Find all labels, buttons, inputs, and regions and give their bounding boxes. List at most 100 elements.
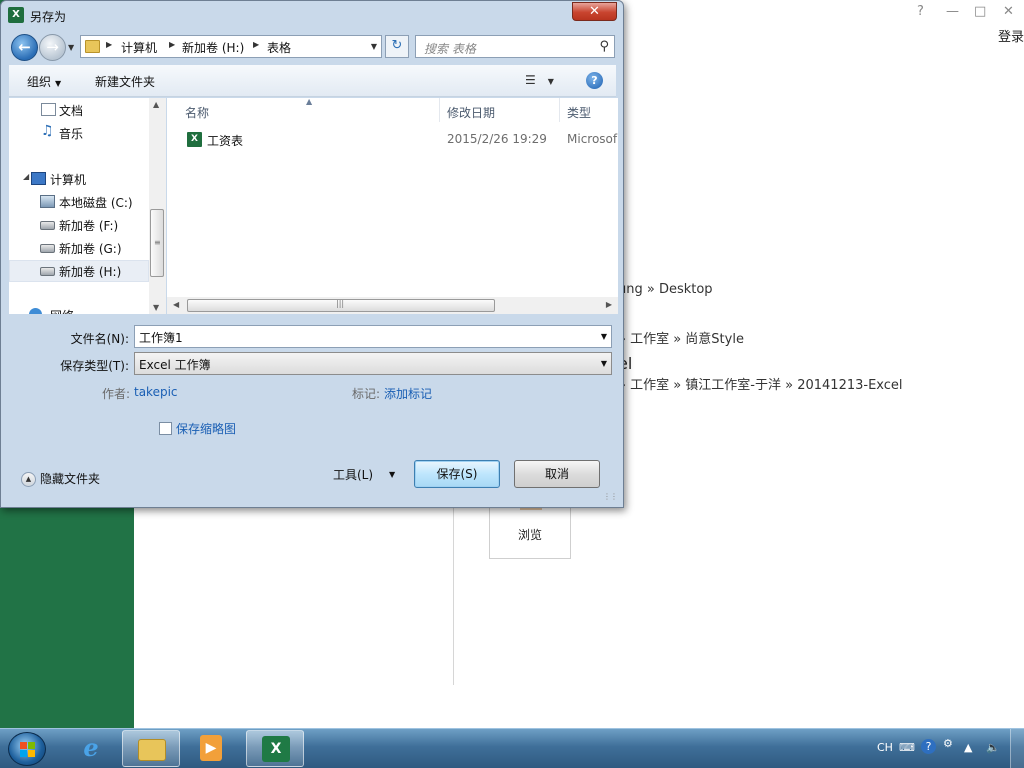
breadcrumb-folder[interactable]: 表格 <box>267 39 291 56</box>
filetype-label: 保存类型(T): <box>60 359 129 373</box>
scroll-thumb[interactable]: ≡ <box>150 209 164 277</box>
help-icon[interactable]: ? <box>586 72 603 89</box>
filename-field[interactable]: 工作簿1 ▼ <box>134 325 612 348</box>
chevron-right-icon[interactable]: ▶ <box>253 40 259 49</box>
nav-item-computer[interactable]: ◢ 计算机 <box>9 168 149 190</box>
help-button[interactable]: ? <box>917 4 924 19</box>
column-header-modified[interactable]: 修改日期 <box>447 104 495 121</box>
local-disk-icon <box>40 195 55 208</box>
chevron-down-icon: ▼ <box>547 77 554 86</box>
folder-icon <box>85 40 100 53</box>
recent-locations-dropdown[interactable]: ▼ <box>68 43 74 52</box>
save-button[interactable]: 保存(S) <box>414 460 500 488</box>
nav-item-label: 新加卷 (G:) <box>59 242 122 256</box>
computer-icon <box>31 172 46 185</box>
internet-explorer-icon: e <box>83 733 99 762</box>
view-list-icon: ☰ <box>525 73 536 87</box>
browse-button[interactable]: 浏览 <box>489 502 571 559</box>
tags-label: 标记: <box>352 387 381 401</box>
start-button[interactable] <box>8 732 46 766</box>
scroll-left-icon[interactable]: ◀ <box>173 300 179 309</box>
music-icon: ♫ <box>41 123 54 139</box>
nav-item-drive-f[interactable]: 新加卷 (F:) <box>9 214 149 236</box>
recent-path[interactable]: » 工作室 » 尚意Style <box>618 328 744 347</box>
chevron-right-icon[interactable]: ▶ <box>169 40 175 49</box>
author-field[interactable]: takepic <box>134 385 178 399</box>
cancel-button[interactable]: 取消 <box>514 460 600 488</box>
expand-icon[interactable]: ◢ <box>23 172 29 181</box>
back-button[interactable]: ← <box>11 34 38 61</box>
minimize-button[interactable]: — <box>946 4 959 19</box>
tools-button[interactable]: 工具(L) <box>333 466 373 483</box>
new-folder-button[interactable]: 新建文件夹 <box>95 73 155 90</box>
recent-path[interactable]: ung » Desktop <box>618 282 713 297</box>
breadcrumb-drive-h[interactable]: 新加卷 (H:) <box>182 39 244 56</box>
refresh-button[interactable]: ↻ <box>385 35 409 58</box>
language-indicator[interactable]: CH <box>877 741 893 754</box>
taskbar-app-media-player[interactable]: ▶ <box>182 730 240 767</box>
volume-icon[interactable]: 🔈 <box>986 741 1000 754</box>
file-modified: 2015/2/26 19:29 <box>447 132 547 146</box>
breadcrumb-computer[interactable]: 计算机 <box>121 39 157 56</box>
column-divider[interactable] <box>439 98 440 122</box>
organize-button[interactable]: 组织 ▼ <box>27 73 61 90</box>
navigation-scrollbar[interactable]: ▲ ≡ ▼ <box>149 98 166 314</box>
taskbar-app-excel[interactable]: X <box>246 730 304 767</box>
save-as-dialog: X 另存为 ✕ ← → ▼ ▶ 计算机 ▶ 新加卷 (H:) ▶ 表格 ▼ ↻ … <box>0 0 624 508</box>
dialog-titlebar[interactable]: X 另存为 ✕ <box>1 1 623 31</box>
nav-item-documents[interactable]: 文档 <box>9 99 149 121</box>
chevron-down-icon[interactable]: ▼ <box>601 359 607 368</box>
view-button[interactable]: ☰ ▼ <box>525 73 554 87</box>
login-link[interactable]: 登录 <box>998 26 1024 45</box>
nav-item-music[interactable]: ♫ 音乐 <box>9 122 149 144</box>
column-header-name[interactable]: 名称 <box>185 104 209 121</box>
nav-item-drive-g[interactable]: 新加卷 (G:) <box>9 237 149 259</box>
save-thumbnail-label[interactable]: 保存缩略图 <box>176 420 236 437</box>
nav-item-network[interactable]: 网络 <box>9 304 149 314</box>
close-window-button[interactable]: ✕ <box>1003 4 1014 19</box>
help-icon[interactable]: ? <box>921 739 936 754</box>
filetype-select[interactable]: Excel 工作簿 ▼ <box>134 352 612 375</box>
column-divider[interactable] <box>559 98 560 122</box>
search-icon[interactable]: ⚲ <box>599 39 609 54</box>
search-input[interactable]: 搜索 表格 <box>424 40 476 57</box>
keyboard-icon[interactable]: ⌨ <box>899 741 915 754</box>
backstage-divider <box>453 505 454 685</box>
save-thumbnail-checkbox[interactable] <box>159 422 172 435</box>
recent-path[interactable]: » 工作室 » 镇江工作室-于洋 » 20141213-Excel <box>618 374 903 393</box>
taskbar-app-file-explorer[interactable] <box>122 730 180 767</box>
scroll-down-icon[interactable]: ▼ <box>153 303 159 312</box>
nav-item-drive-h[interactable]: 新加卷 (H:) <box>9 260 149 282</box>
chevron-right-icon[interactable]: ▶ <box>106 40 112 49</box>
hide-folders-button[interactable]: ▲ 隐藏文件夹 <box>21 470 100 487</box>
scroll-thumb[interactable]: ||| <box>187 299 495 312</box>
column-header-type[interactable]: 类型 <box>567 104 591 121</box>
taskbar-app-internet-explorer[interactable]: e <box>62 730 120 767</box>
file-name: 工资表 <box>207 134 244 148</box>
scroll-right-icon[interactable]: ▶ <box>606 300 612 309</box>
file-row[interactable]: X 工资表 2015/2/26 19:29 Microsof <box>167 128 618 150</box>
forward-button[interactable]: → <box>39 34 66 61</box>
show-hidden-icons[interactable]: ▲ <box>964 741 972 754</box>
tags-field[interactable]: 添加标记 <box>384 385 432 402</box>
grip-icon: ||| <box>336 299 345 308</box>
scroll-up-icon[interactable]: ▲ <box>153 100 159 109</box>
windows-logo-icon <box>20 742 36 758</box>
show-desktop-button[interactable] <box>1010 729 1024 768</box>
nav-item-label: 新加卷 (H:) <box>59 265 122 279</box>
ime-settings-icon[interactable]: ⚙ <box>943 737 953 750</box>
file-list: ▲ 名称 修改日期 类型 X 工资表 2015/2/26 19:29 Micro… <box>167 98 618 314</box>
file-list-scrollbar[interactable]: ◀ ||| ▶ <box>167 297 618 314</box>
nav-item-drive-c[interactable]: 本地磁盘 (C:) <box>9 191 149 213</box>
close-button[interactable]: ✕ <box>572 2 617 21</box>
address-bar[interactable]: ▶ 计算机 ▶ 新加卷 (H:) ▶ 表格 ▼ <box>80 35 382 58</box>
chevron-down-icon[interactable]: ▼ <box>371 42 377 51</box>
file-type: Microsof <box>567 132 618 146</box>
chevron-down-icon[interactable]: ▼ <box>389 470 395 479</box>
search-box[interactable]: 搜索 表格 ⚲ <box>415 35 615 58</box>
restore-button[interactable]: □ <box>974 4 986 19</box>
chevron-down-icon[interactable]: ▼ <box>601 332 607 341</box>
filename-input[interactable]: 工作簿1 <box>139 329 183 346</box>
filename-label: 文件名(N): <box>70 332 129 346</box>
resize-grip-icon[interactable]: ⋮⋮ <box>603 492 618 501</box>
